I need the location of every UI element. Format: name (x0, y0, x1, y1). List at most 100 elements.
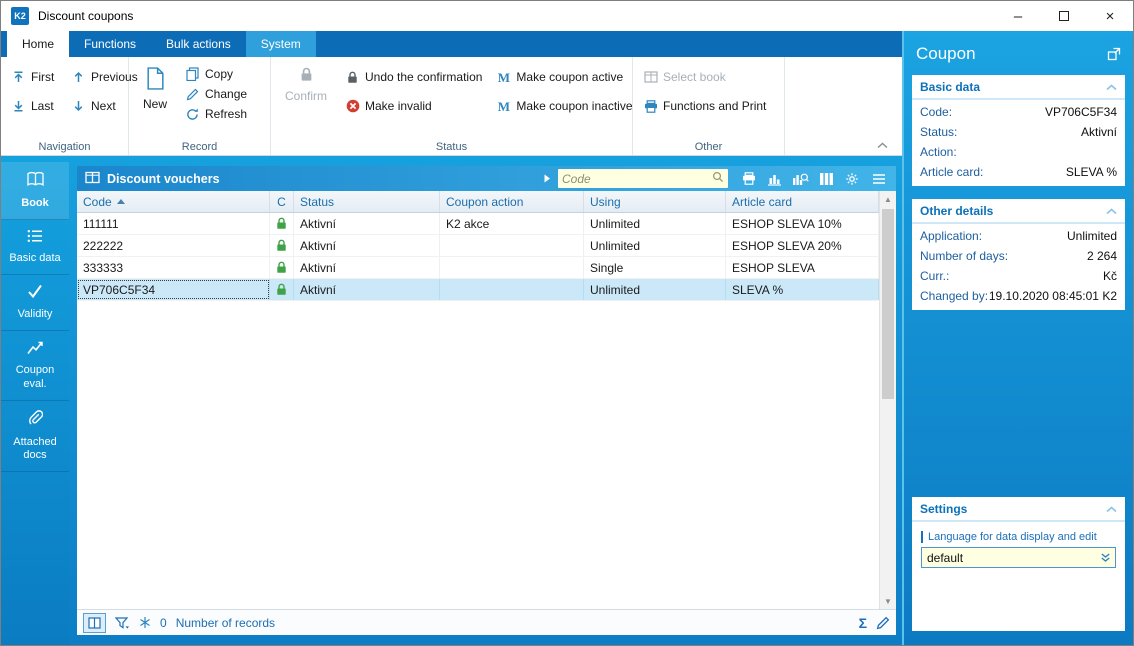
make-coupon-active-button[interactable]: M Make coupon active (493, 69, 635, 85)
list-icon (27, 229, 43, 248)
sidebar-item-validity[interactable]: Validity (1, 275, 69, 331)
cell-code[interactable]: VP706C5F34 (77, 279, 270, 300)
copy-button[interactable]: Copy (182, 66, 250, 82)
cell-code[interactable]: 222222 (77, 235, 270, 256)
last-icon (11, 100, 26, 112)
print-icon[interactable] (739, 170, 758, 187)
tab-home[interactable]: Home (7, 31, 70, 57)
close-button[interactable]: × (1087, 1, 1133, 31)
cell-article-card[interactable]: SLEVA % (726, 279, 879, 300)
tab-system[interactable]: System (245, 31, 316, 57)
search-icon[interactable] (712, 171, 724, 186)
table-row-selected[interactable]: VP706C5F34 Aktivní Unlimited SLEVA % (77, 279, 879, 301)
sidebar-item-basic-data[interactable]: Basic data (1, 220, 69, 275)
tab-functions[interactable]: Functions (69, 31, 151, 57)
cell-using[interactable]: Unlimited (584, 279, 726, 300)
caret-right-icon[interactable] (544, 172, 551, 186)
scrollbar-thumb[interactable] (882, 209, 894, 399)
sidebar-item-book[interactable]: Book (1, 162, 69, 220)
refresh-button[interactable]: Refresh (182, 106, 250, 122)
cell-confirmed[interactable] (270, 213, 294, 234)
new-button[interactable]: New (136, 66, 174, 122)
collapse-ribbon-button[interactable] (877, 142, 888, 149)
cell-status[interactable]: Aktivní (294, 235, 440, 256)
sum-icon[interactable]: Σ (859, 615, 867, 631)
select-book-button[interactable]: Select book (640, 69, 777, 85)
cell-code[interactable]: 333333 (77, 257, 270, 278)
section-header-settings[interactable]: Settings (912, 497, 1125, 522)
search-input[interactable] (562, 171, 712, 186)
sidebar-item-attached-docs[interactable]: Attached docs (1, 401, 69, 472)
cell-coupon-action[interactable] (440, 279, 584, 300)
cell-using[interactable]: Unlimited (584, 213, 726, 234)
field-application: Application: Unlimited (920, 229, 1117, 243)
filter-icon[interactable] (115, 616, 130, 629)
cell-status[interactable]: Aktivní (294, 257, 440, 278)
search-box (558, 169, 728, 188)
cell-confirmed[interactable] (270, 257, 294, 278)
tab-bulk-actions[interactable]: Bulk actions (151, 31, 246, 57)
cell-confirmed[interactable] (270, 279, 294, 300)
confirm-button[interactable]: Confirm (278, 66, 334, 114)
cell-status[interactable]: Aktivní (294, 279, 440, 300)
maximize-button[interactable] (1041, 1, 1087, 31)
cell-article-card[interactable]: ESHOP SLEVA (726, 257, 879, 278)
column-header-c[interactable]: C (270, 191, 294, 212)
ribbon-group-navigation: First Previous Last Next Navigation (1, 57, 138, 155)
chart-analysis-icon[interactable] (791, 170, 810, 187)
cell-using[interactable]: Single (584, 257, 726, 278)
field-changed-by: Changed by: 19.10.2020 08:45:01 K2 (920, 289, 1117, 303)
scroll-down-arrow[interactable]: ▼ (880, 593, 896, 609)
book-grid-icon (643, 71, 658, 83)
last-button[interactable]: Last (8, 98, 68, 114)
browse-header: Discount vouchers (77, 166, 896, 191)
cell-code[interactable]: 111111 (77, 213, 270, 234)
column-header-code[interactable]: Code (77, 191, 270, 212)
vertical-scrollbar[interactable]: ▲ ▼ (879, 191, 896, 609)
functions-and-print-button[interactable]: Functions and Print (640, 98, 777, 114)
chart-icon[interactable] (765, 170, 784, 187)
table-row[interactable]: 222222 Aktivní Unlimited ESHOP SLEVA 20% (77, 235, 879, 257)
printer-icon (643, 99, 658, 113)
cell-coupon-action[interactable] (440, 235, 584, 256)
lock-icon (345, 71, 360, 84)
cell-confirmed[interactable] (270, 235, 294, 256)
table-row[interactable]: 111111 Aktivní K2 akce Unlimited ESHOP S… (77, 213, 879, 235)
cell-coupon-action[interactable] (440, 257, 584, 278)
language-select[interactable]: default (921, 547, 1116, 568)
make-coupon-inactive-button[interactable]: M Make coupon inactive (493, 98, 635, 114)
column-header-using[interactable]: Using (584, 191, 726, 212)
undo-confirmation-button[interactable]: Undo the confirmation (342, 69, 485, 85)
column-header-status[interactable]: Status (294, 191, 440, 212)
browse-window: Discount vouchers Code Code C Status Cou… (77, 166, 896, 635)
expand-panel-icon[interactable] (1107, 47, 1121, 61)
cell-article-card[interactable]: ESHOP SLEVA 20% (726, 235, 879, 256)
dropdown-icon[interactable] (1096, 548, 1115, 567)
cell-status[interactable]: Aktivní (294, 213, 440, 234)
column-header-article-card[interactable]: Article card (726, 191, 879, 212)
minimize-button[interactable]: – (995, 1, 1041, 31)
make-invalid-button[interactable]: Make invalid (342, 98, 485, 114)
cell-using[interactable]: Unlimited (584, 235, 726, 256)
chevron-up-icon (1106, 83, 1117, 91)
table-row[interactable]: 333333 Aktivní Single ESHOP SLEVA (77, 257, 879, 279)
browse-grid-toggle[interactable] (83, 612, 106, 633)
section-header-basic-data[interactable]: Basic data (912, 75, 1125, 100)
columns-icon[interactable] (817, 170, 836, 187)
snowflake-icon[interactable] (139, 616, 151, 629)
edit-pencil-icon[interactable] (876, 616, 890, 630)
detail-panel: Coupon Basic data Code: VP706C5F34 Statu… (902, 31, 1133, 645)
menu-icon[interactable] (869, 170, 888, 187)
first-icon (11, 71, 26, 83)
change-button[interactable]: Change (182, 86, 250, 102)
group-label-navigation: Navigation (38, 141, 91, 153)
cell-coupon-action[interactable]: K2 akce (440, 213, 584, 234)
section-header-other-details[interactable]: Other details (912, 199, 1125, 224)
column-header-coupon-action[interactable]: Coupon action (440, 191, 584, 212)
sidebar-item-coupon-eval[interactable]: Coupon eval. (1, 331, 69, 401)
cell-article-card[interactable]: ESHOP SLEVA 10% (726, 213, 879, 234)
first-button[interactable]: First (8, 69, 68, 85)
scroll-up-arrow[interactable]: ▲ (880, 191, 896, 207)
settings-gear-icon[interactable] (843, 170, 862, 187)
lock-icon (276, 217, 287, 230)
